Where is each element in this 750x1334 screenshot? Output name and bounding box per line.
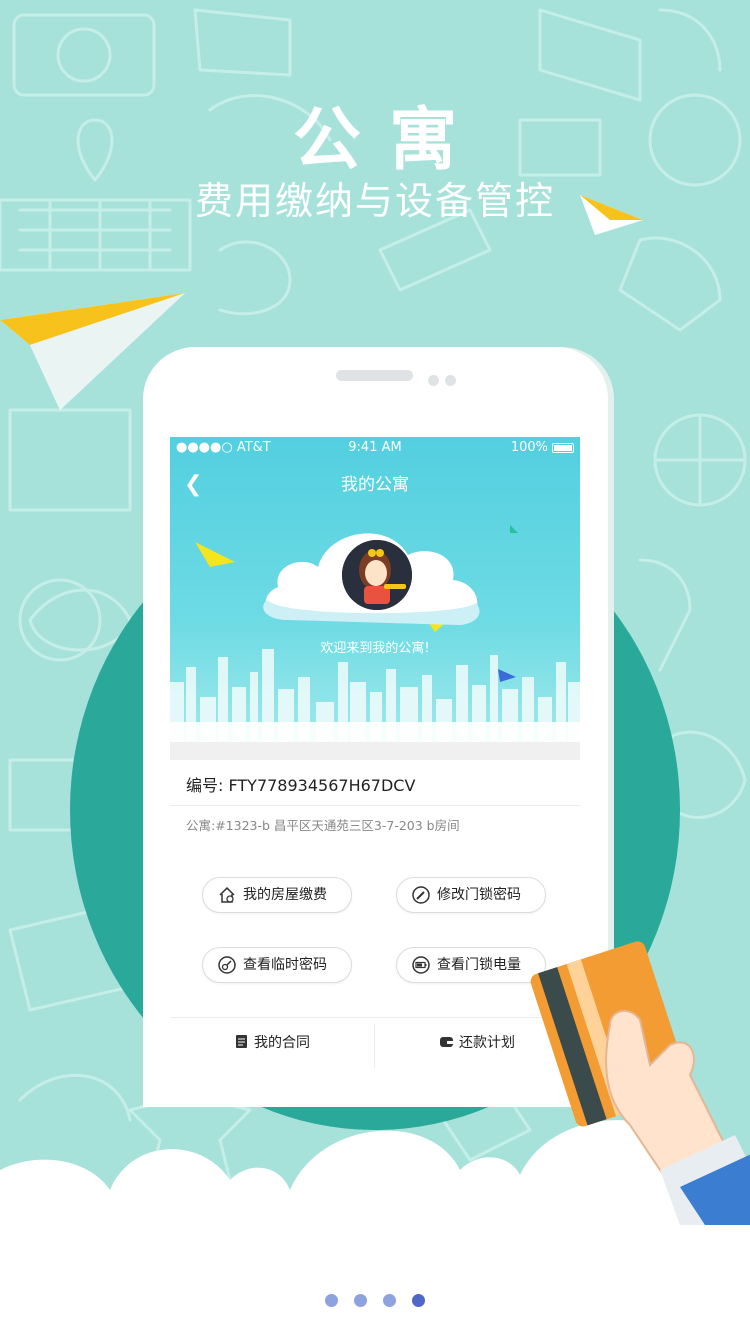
lock-battery-button[interactable]: 查看门锁电量: [396, 947, 546, 983]
battery-icon: [412, 956, 430, 974]
house-payment-label: 我的房屋缴费: [243, 887, 327, 903]
divider-line: [170, 805, 580, 806]
hand-with-card-illustration: [530, 941, 750, 1225]
apartment-code: 编号: FTY778934567H67DCV: [186, 776, 416, 795]
phone-speaker: [336, 370, 413, 381]
temp-password-button[interactable]: 查看临时密码: [202, 947, 352, 983]
welcome-text: 欢迎来到我的公寓!: [320, 641, 430, 656]
page-dot-4[interactable]: [412, 1294, 425, 1307]
phone-camera: [428, 375, 439, 386]
page-indicator: [0, 1292, 750, 1307]
page-title: 公寓: [292, 101, 485, 180]
key-edit-icon: [412, 886, 430, 904]
house-payment-button[interactable]: 我的房屋缴费: [202, 877, 352, 913]
page-dot-2[interactable]: [354, 1294, 367, 1307]
bottom-tab-bar: 我的合同 还款计划: [170, 1017, 580, 1073]
house-pay-icon: [219, 886, 235, 903]
temp-password-icon: [218, 956, 236, 974]
document-icon: [236, 1035, 247, 1048]
wallet-icon: [440, 1037, 453, 1047]
tab-contract[interactable]: 我的合同: [170, 1018, 374, 1068]
section-divider: [170, 742, 580, 760]
temp-password-label: 查看临时密码: [243, 957, 327, 973]
lock-battery-label: 查看门锁电量: [437, 957, 521, 973]
hero-banner: ●●●●○ AT&T 9:41 AM 100% ❮ 我的公寓 欢迎来到我的公寓!: [170, 437, 580, 742]
change-lock-password-label: 修改门锁密码: [437, 887, 521, 903]
phone-sensor: [445, 375, 456, 386]
phone-screen: ●●●●○ AT&T 9:41 AM 100% ❮ 我的公寓 欢迎来到我的公寓!…: [170, 437, 580, 1077]
page-dot-3[interactable]: [383, 1294, 396, 1307]
avatar: [342, 540, 412, 610]
apartment-address: 公寓:#1323-b 昌平区天通苑三区3-7-203 b房间: [186, 818, 460, 833]
tab-contract-label: 我的合同: [254, 1035, 310, 1051]
page-dot-1[interactable]: [325, 1294, 338, 1307]
paper-plane-small-icon: [580, 195, 643, 235]
change-lock-password-button[interactable]: 修改门锁密码: [396, 877, 546, 913]
tab-repayment-plan-label: 还款计划: [459, 1035, 515, 1051]
